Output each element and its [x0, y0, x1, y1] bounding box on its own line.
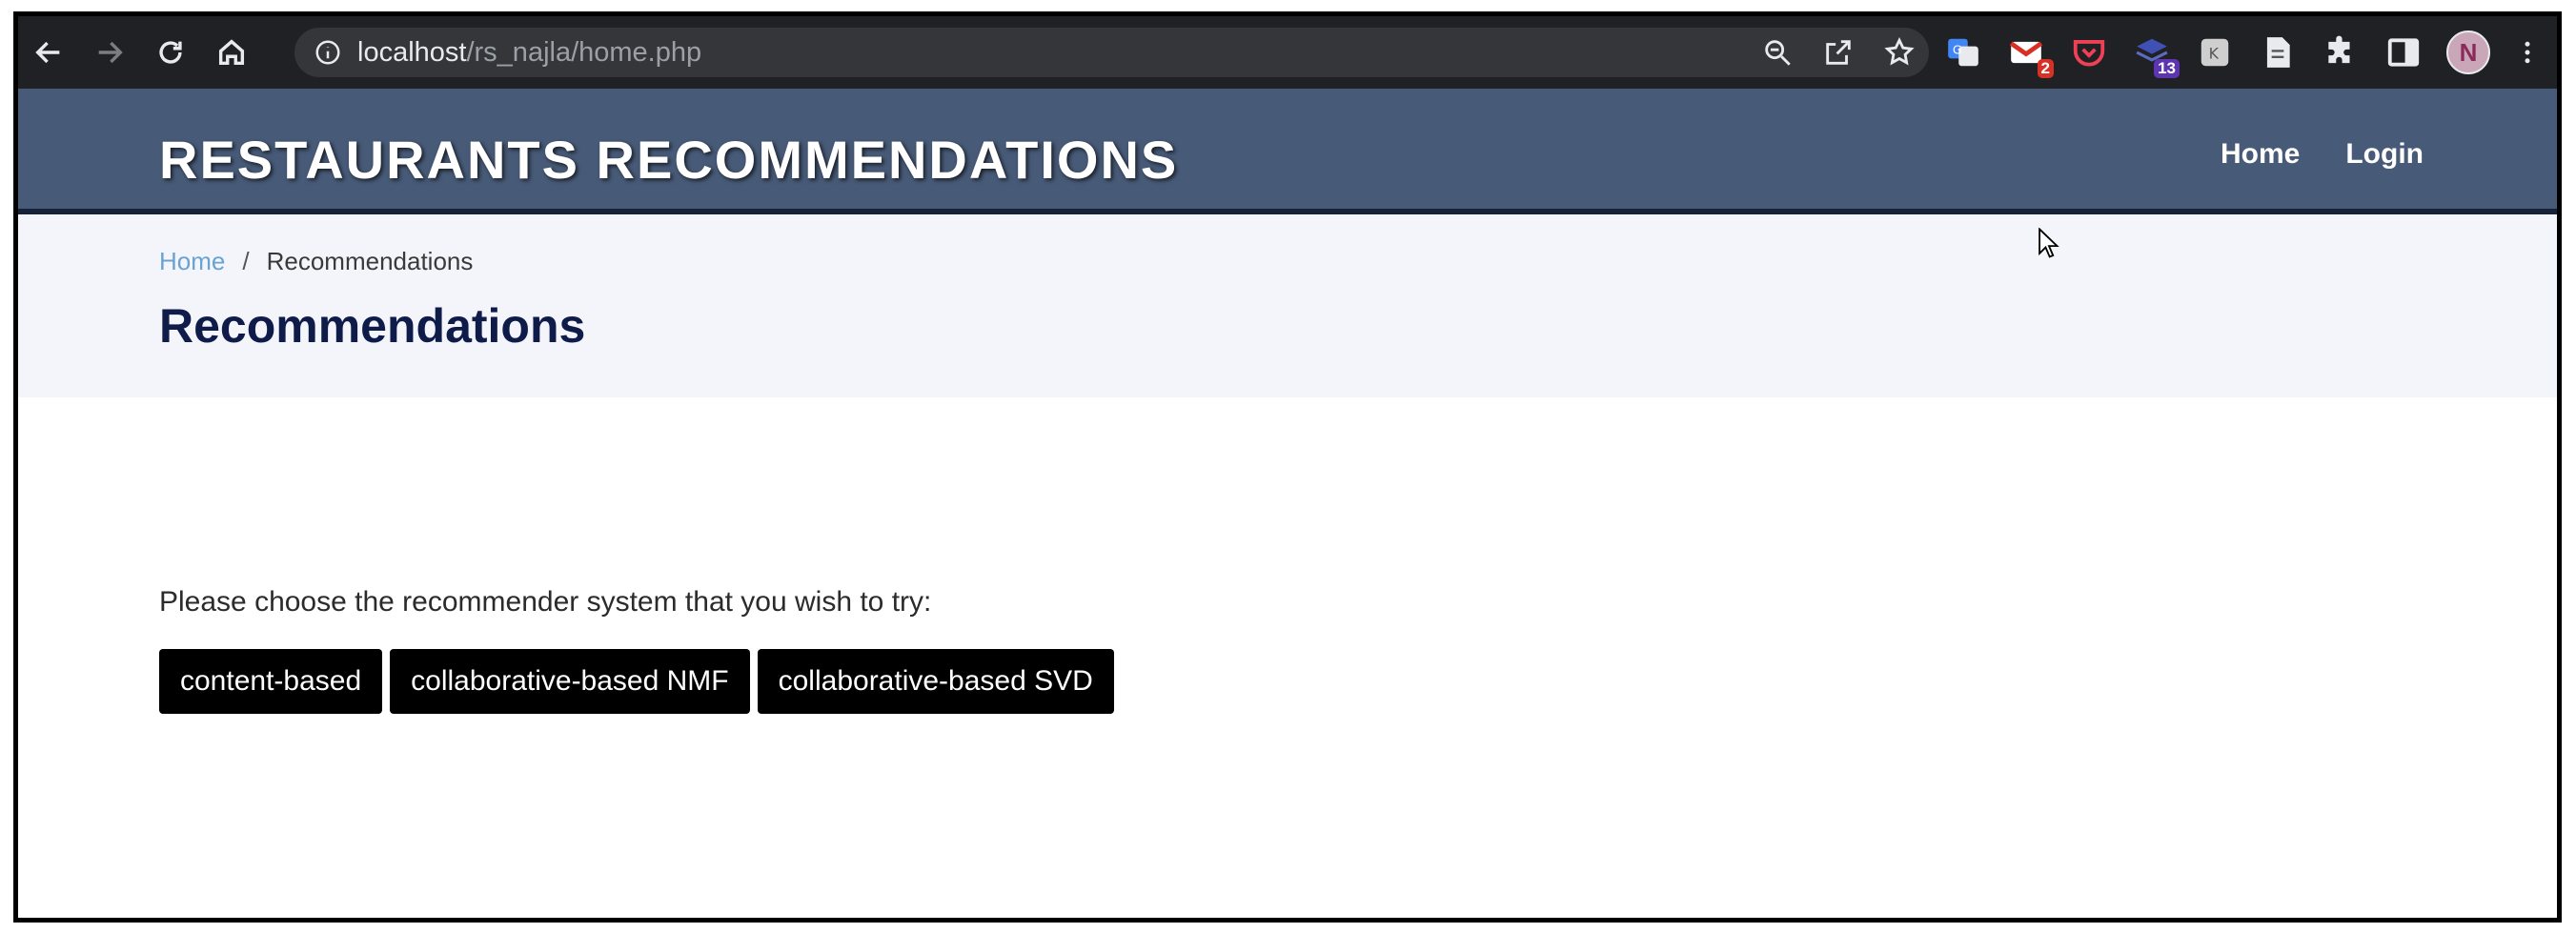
stack-extension[interactable]: 13	[2132, 32, 2180, 78]
site-brand[interactable]: RESTAURANTS RECOMMENDATIONS	[159, 129, 1178, 191]
breadcrumb-home-link[interactable]: Home	[159, 247, 225, 276]
recommender-prompt: Please choose the recommender system tha…	[159, 586, 932, 618]
share-icon[interactable]	[1822, 36, 1855, 69]
forward-arrow-icon	[98, 41, 123, 64]
svg-text:G: G	[1953, 43, 1962, 57]
collaborative-svd-button[interactable]: collaborative-based SVD	[757, 649, 1114, 714]
back-button[interactable]	[18, 16, 79, 89]
main-nav: Home Login	[2221, 138, 2424, 171]
screenshot-frame: localhost/rs_najla/home.php G 2 13 K N R…	[13, 11, 2562, 923]
home-button[interactable]	[201, 16, 262, 89]
bookmark-star-icon[interactable]	[1883, 36, 1916, 69]
mail-badge: 2	[2037, 59, 2054, 78]
side-panel-button[interactable]	[2383, 32, 2424, 72]
svg-text:K: K	[2209, 44, 2220, 62]
url-text: localhost/rs_najla/home.php	[357, 36, 702, 68]
reload-icon	[159, 41, 182, 64]
reload-button[interactable]	[140, 16, 201, 89]
pocket-extension[interactable]	[2069, 32, 2109, 72]
breadcrumb: Home / Recommendations	[159, 247, 473, 276]
profile-avatar[interactable]: N	[2446, 30, 2490, 74]
puzzle-icon	[2328, 35, 2350, 64]
collaborative-nmf-button[interactable]: collaborative-based NMF	[390, 649, 750, 714]
page-title: Recommendations	[159, 299, 586, 353]
extensions-puzzle-button[interactable]	[2321, 32, 2361, 72]
document-icon	[2266, 37, 2290, 68]
site-info-icon[interactable]	[314, 38, 342, 67]
site-header: RESTAURANTS RECOMMENDATIONS Home Login	[18, 89, 2557, 214]
home-icon	[218, 39, 245, 66]
stack-badge: 13	[2154, 59, 2180, 78]
breadcrumb-current: Recommendations	[266, 247, 474, 275]
mail-extension[interactable]: 2	[2006, 32, 2054, 78]
extensions-bar: G 2 13 K N	[1943, 16, 2542, 89]
kami-extension[interactable]: K	[2195, 32, 2235, 72]
browser-menu-button[interactable]	[2513, 32, 2542, 72]
address-bar[interactable]: localhost/rs_najla/home.php	[294, 28, 1929, 77]
forward-button[interactable]	[79, 16, 140, 89]
nav-home-link[interactable]: Home	[2221, 138, 2300, 171]
translate-icon: G	[1948, 38, 1978, 67]
back-arrow-icon	[35, 41, 60, 64]
translate-extension[interactable]: G	[1943, 32, 1983, 72]
breadcrumb-separator: /	[242, 247, 250, 275]
recommender-choices: content-based collaborative-based NMF co…	[159, 649, 1114, 714]
main-content: Please choose the recommender system tha…	[18, 397, 2557, 912]
zoom-icon[interactable]	[1761, 36, 1794, 69]
pocket-icon	[2073, 40, 2105, 67]
browser-toolbar: localhost/rs_najla/home.php G 2 13 K N	[18, 16, 2557, 89]
more-vert-icon	[2525, 41, 2530, 64]
side-panel-icon	[2387, 38, 2420, 67]
page-title-section: Home / Recommendations Recommendations	[18, 214, 2557, 397]
nav-login-link[interactable]: Login	[2345, 138, 2424, 171]
document-extension[interactable]	[2258, 32, 2298, 72]
kami-icon: K	[2201, 38, 2229, 67]
content-based-button[interactable]: content-based	[159, 649, 383, 714]
mouse-cursor-icon	[2038, 228, 2059, 258]
